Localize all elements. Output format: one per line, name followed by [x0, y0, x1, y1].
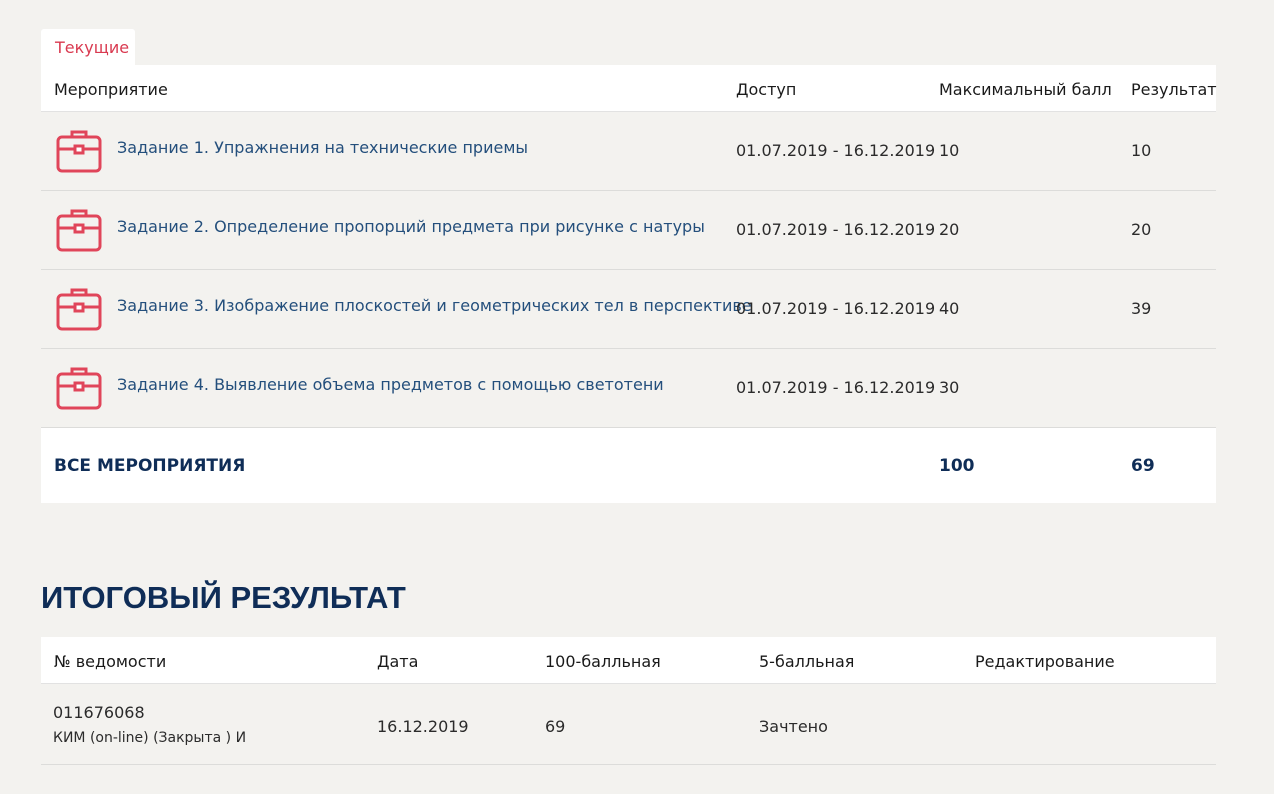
totals-result: 69 — [1131, 456, 1155, 476]
event-result: 20 — [1131, 220, 1152, 239]
totals-label: ВСЕ МЕРОПРИЯТИЯ — [54, 456, 246, 476]
event-max-score: 30 — [939, 378, 960, 397]
event-result: 39 — [1131, 299, 1152, 318]
event-link[interactable]: Задание 4. Выявление объема предметов с … — [117, 375, 664, 394]
briefcase-icon — [56, 209, 102, 252]
event-link[interactable]: Задание 2. Определение пропорций предмет… — [117, 217, 705, 236]
table-row: Задание 1. Упражнения на технические при… — [41, 112, 1216, 191]
events-table: Мероприятие Доступ Максимальный балл Рез… — [41, 65, 1217, 503]
event-link[interactable]: Задание 3. Изображение плоскостей и геом… — [117, 296, 752, 315]
sheet-number: 011676068 — [53, 703, 145, 722]
events-table-body: Задание 1. Упражнения на технические при… — [41, 112, 1216, 428]
briefcase-icon — [56, 130, 102, 173]
event-access: 01.07.2019 - 16.12.2019 — [736, 220, 936, 239]
header-date: Дата — [377, 652, 419, 671]
tab-current[interactable]: Текущие — [41, 29, 135, 65]
header-event: Мероприятие — [54, 80, 168, 99]
header-access: Доступ — [736, 80, 797, 99]
result-score5: Зачтено — [759, 717, 828, 736]
event-link[interactable]: Задание 1. Упражнения на технические при… — [117, 138, 528, 157]
final-results-header: № ведомости Дата 100-балльная 5-балльная… — [41, 637, 1216, 684]
header-score5: 5-балльная — [759, 652, 855, 671]
totals-row: ВСЕ МЕРОПРИЯТИЯ 100 69 — [41, 428, 1216, 503]
event-result: 10 — [1131, 141, 1152, 160]
event-access: 01.07.2019 - 16.12.2019 — [736, 378, 936, 397]
header-score100: 100-балльная — [545, 652, 661, 671]
event-max-score: 10 — [939, 141, 960, 160]
page: Текущие Мероприятие Доступ Максимальный … — [0, 0, 1274, 794]
sheet-note: КИМ (on-line) (Закрыта ) И — [53, 730, 247, 746]
events-table-header: Мероприятие Доступ Максимальный балл Рез… — [41, 65, 1217, 112]
result-score100: 69 — [545, 717, 566, 736]
table-row: Задание 3. Изображение плоскостей и геом… — [41, 270, 1216, 349]
result-date: 16.12.2019 — [377, 717, 469, 736]
header-edit: Редактирование — [975, 652, 1115, 671]
totals-max-score: 100 — [939, 456, 975, 476]
briefcase-icon — [56, 367, 102, 410]
event-access: 01.07.2019 - 16.12.2019 — [736, 141, 936, 160]
table-row: Задание 2. Определение пропорций предмет… — [41, 191, 1216, 270]
event-max-score: 20 — [939, 220, 960, 239]
header-max-score: Максимальный балл — [939, 80, 1112, 99]
final-results-table: № ведомости Дата 100-балльная 5-балльная… — [41, 637, 1216, 765]
final-result-title: ИТОГОВЫЙ РЕЗУЛЬТАТ — [41, 580, 406, 615]
event-max-score: 40 — [939, 299, 960, 318]
table-row: Задание 4. Выявление объема предметов с … — [41, 349, 1216, 428]
event-access: 01.07.2019 - 16.12.2019 — [736, 299, 936, 318]
header-sheet: № ведомости — [54, 652, 167, 671]
header-result: Результат — [1131, 80, 1217, 99]
briefcase-icon — [56, 288, 102, 331]
table-row: 011676068 КИМ (on-line) (Закрыта ) И 16.… — [41, 684, 1216, 765]
